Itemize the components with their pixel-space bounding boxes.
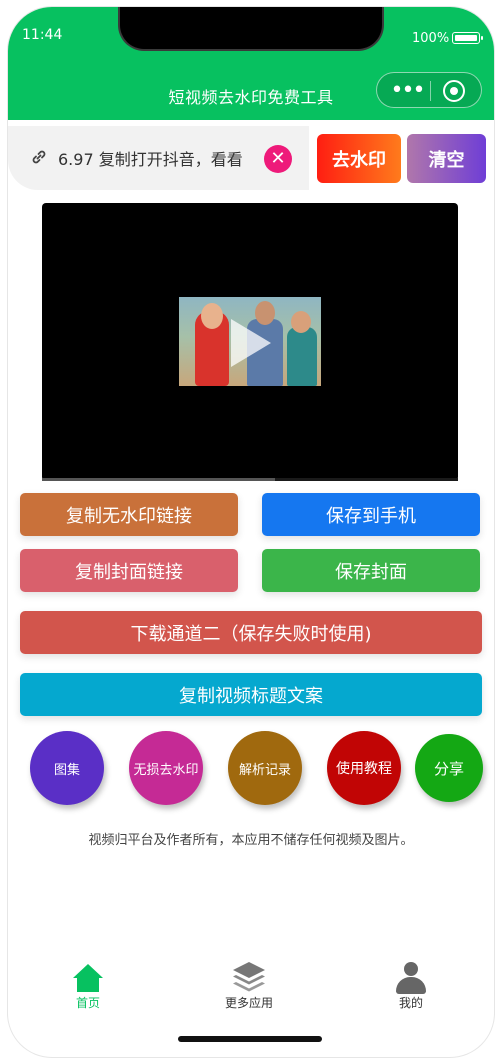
url-input-field[interactable]: 6.97 复制打开抖音，看看 ✕ <box>8 126 309 190</box>
battery-icon <box>452 32 483 44</box>
tab-mine[interactable]: 我的 <box>366 952 456 1011</box>
url-input-value[interactable]: 6.97 复制打开抖音，看看 <box>58 146 268 170</box>
share-button[interactable]: 分享 <box>415 734 483 802</box>
thumbnail-figure <box>287 327 317 386</box>
battery-fill <box>454 34 477 41</box>
home-icon <box>73 964 103 992</box>
video-progress-bar[interactable] <box>42 478 458 481</box>
video-thumbnail <box>179 297 321 386</box>
user-icon <box>396 962 426 994</box>
tab-more-apps[interactable]: 更多应用 <box>204 952 294 1011</box>
clear-x-icon[interactable]: ✕ <box>264 145 292 173</box>
video-progress-fill <box>42 478 275 481</box>
thumbnail-figure <box>201 303 223 329</box>
lossless-watermark-button[interactable]: 无损去水印 <box>129 731 203 805</box>
video-player[interactable] <box>42 203 458 481</box>
bottom-tab-bar: 首页 更多应用 我的 <box>8 952 494 1022</box>
tab-label: 更多应用 <box>224 996 273 1010</box>
home-indicator[interactable] <box>178 1036 322 1042</box>
play-icon[interactable] <box>231 319 271 367</box>
tab-label: 我的 <box>398 996 423 1010</box>
download-channel-two-button[interactable]: 下载通道二（保存失败时使用) <box>20 611 482 654</box>
battery-percentage: 100% <box>412 31 450 46</box>
copy-cover-link-button[interactable]: 复制封面链接 <box>20 549 238 592</box>
target-circle-icon[interactable] <box>443 80 465 102</box>
copy-video-title-button[interactable]: 复制视频标题文案 <box>20 673 482 716</box>
more-dots-icon[interactable]: ••• <box>387 78 427 103</box>
status-time: 11:44 <box>22 27 63 43</box>
save-cover-button[interactable]: 保存封面 <box>262 549 480 592</box>
thumbnail-figure <box>291 311 311 333</box>
gallery-button[interactable]: 图集 <box>30 731 104 805</box>
device-notch <box>120 7 382 49</box>
copy-link-button[interactable]: 复制无水印链接 <box>20 493 238 536</box>
disclaimer-text: 视频归平台及作者所有，本应用不储存任何视频及图片。 <box>88 833 414 848</box>
remove-watermark-button[interactable]: 去水印 <box>317 134 401 183</box>
parse-history-button[interactable]: 解析记录 <box>228 731 302 805</box>
clear-button[interactable]: 清空 <box>407 134 486 183</box>
tutorial-button[interactable]: 使用教程 <box>327 731 401 805</box>
tab-label: 首页 <box>75 996 100 1010</box>
layers-icon <box>233 962 265 992</box>
save-to-phone-button[interactable]: 保存到手机 <box>262 493 480 536</box>
capsule-divider <box>430 81 431 101</box>
phone-frame: 11:44 100% 短视频去水印免费工具 ••• 6.97 复制打开抖音，看看… <box>8 7 494 1057</box>
link-icon <box>30 148 48 166</box>
tab-home[interactable]: 首页 <box>43 952 133 1011</box>
mini-program-capsule: ••• <box>376 72 482 108</box>
